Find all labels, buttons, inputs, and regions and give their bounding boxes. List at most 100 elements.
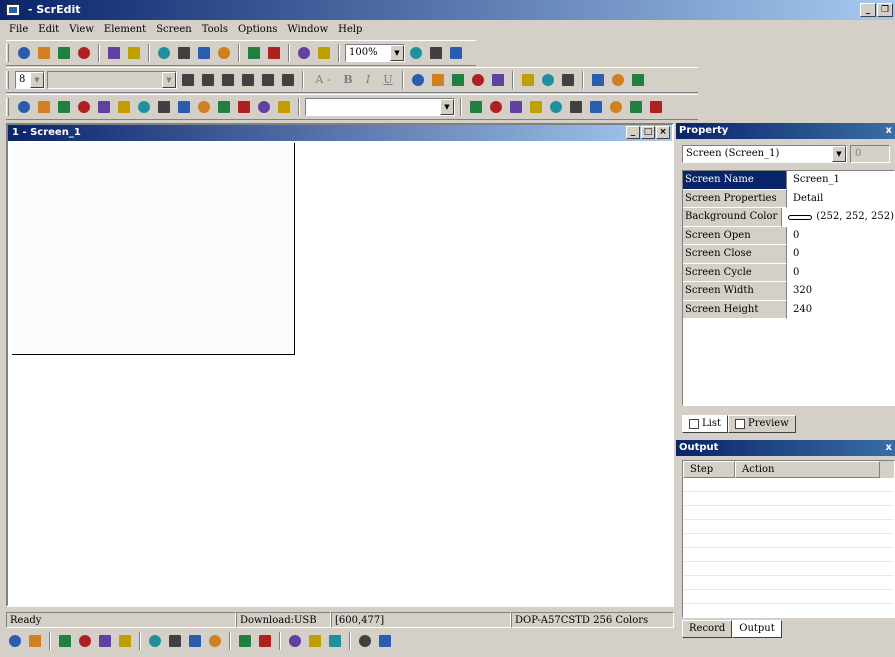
text-style-button[interactable]: B [339,71,357,89]
display-button[interactable] [175,98,193,116]
same-width-button[interactable] [286,632,304,650]
property-value[interactable]: 320 [787,282,894,301]
property-row[interactable]: Screen Height 240 [683,300,894,319]
transfer-button[interactable] [265,44,283,62]
center-v-button[interactable] [236,632,254,650]
tab-record[interactable]: Record [682,620,733,638]
property-value[interactable]: 240 [787,300,894,319]
cut-button[interactable] [155,44,173,62]
same-size-button[interactable] [326,632,344,650]
copy-button[interactable] [175,44,193,62]
toolbar-grip[interactable] [6,98,9,116]
undo-button[interactable] [105,44,123,62]
ruler-button[interactable] [647,98,665,116]
font-name-select[interactable]: ▼ [47,71,177,89]
same-height-button[interactable] [306,632,324,650]
menu-options[interactable]: Options [233,20,282,39]
element-select[interactable]: ▼ [305,98,455,116]
menu-help[interactable]: Help [333,20,367,39]
layout-button[interactable] [469,71,487,89]
table-button[interactable] [235,98,253,116]
calc-button[interactable] [567,98,585,116]
app-icon[interactable] [6,4,20,16]
editor-minimize-button[interactable]: _ [626,126,640,139]
up-button[interactable] [587,98,605,116]
property-value[interactable]: Screen_1 [787,171,894,190]
property-value[interactable]: 0 [787,245,894,264]
ungroup-button[interactable] [26,632,44,650]
bring-front-button[interactable] [56,632,74,650]
menu-view[interactable]: View [64,20,99,39]
pipe-button[interactable] [95,98,113,116]
menu-window[interactable]: Window [282,20,333,39]
object-select[interactable]: Screen (Screen_1) ▼ [682,145,847,163]
find-button[interactable] [215,44,233,62]
new-button[interactable] [15,44,33,62]
toolbar-grip[interactable] [6,44,9,62]
align-center-button[interactable] [199,71,217,89]
toolbar-grip[interactable] [6,71,9,89]
chevron-down-icon[interactable]: ▼ [832,146,846,162]
keypad-button[interactable] [275,98,293,116]
zoom-select[interactable]: 100% ▼ [345,44,405,62]
property-value[interactable]: Detail [787,189,894,208]
property-row[interactable]: Screen Open Macro 0 [683,226,894,259]
alarm-button[interactable] [255,98,273,116]
trend-button[interactable] [75,98,93,116]
house-button[interactable] [607,98,625,116]
column-header-step[interactable]: Step [683,461,735,478]
menu-file[interactable]: File [4,20,33,39]
font-size-select[interactable]: 8 ▼ [15,71,45,89]
grid-button[interactable] [519,71,537,89]
align-button[interactable] [146,632,164,650]
picture-button[interactable] [195,98,213,116]
distribute-h-button[interactable] [166,632,184,650]
bar-button[interactable] [55,98,73,116]
distribute-v-button[interactable] [186,632,204,650]
fit-button[interactable] [356,632,374,650]
column-header-action[interactable]: Action [735,461,880,478]
backward-button[interactable] [116,632,134,650]
align-top-button[interactable] [239,71,257,89]
property-row[interactable]: Screen Cycle Macro 0 [683,263,894,296]
export-button[interactable] [75,44,93,62]
menu-element[interactable]: Element [99,20,151,39]
redo-button[interactable] [125,44,143,62]
text-style-button[interactable]: A - [309,71,337,89]
grid-button[interactable] [559,71,577,89]
screen-canvas[interactable] [12,143,295,355]
rect-button[interactable] [135,98,153,116]
app-titlebar[interactable]: - ScrEdit _ ❐ [0,0,895,20]
compile-button[interactable] [245,44,263,62]
print-button[interactable] [295,44,313,62]
align-bottom-button[interactable] [279,71,297,89]
grid-button[interactable] [629,71,647,89]
fill-button[interactable] [429,71,447,89]
property-row[interactable]: Screen Properties Detail [683,189,894,208]
minimize-button[interactable]: _ [860,3,876,17]
text-style-button[interactable]: U [379,71,397,89]
bucket-button[interactable] [627,98,645,116]
menu-edit[interactable]: Edit [33,20,64,39]
align-right-button[interactable] [219,71,237,89]
layer-spinner[interactable]: 0 [850,145,890,163]
pointer-button[interactable] [467,98,485,116]
property-close-icon[interactable]: x [886,123,892,139]
align-middle-button[interactable] [259,71,277,89]
editor-maximize-button[interactable]: □ [641,126,655,139]
grid-button[interactable] [609,71,627,89]
button-button[interactable] [15,98,33,116]
tab-preview[interactable]: Preview [728,415,796,433]
output-close-icon[interactable]: x [886,440,892,456]
property-value[interactable]: 0 [787,263,894,282]
center-h-button[interactable] [256,632,274,650]
menu-screen[interactable]: Screen [151,20,197,39]
open-button[interactable] [35,44,53,62]
chevron-down-icon[interactable]: ▼ [30,72,44,88]
property-row[interactable]: Screen Width 320 [683,282,894,301]
chart-button[interactable] [507,98,525,116]
help-button[interactable] [315,44,333,62]
menu-tools[interactable]: Tools [197,20,233,39]
zoom-out-button[interactable] [427,44,445,62]
restore-button[interactable]: ❐ [877,3,893,17]
